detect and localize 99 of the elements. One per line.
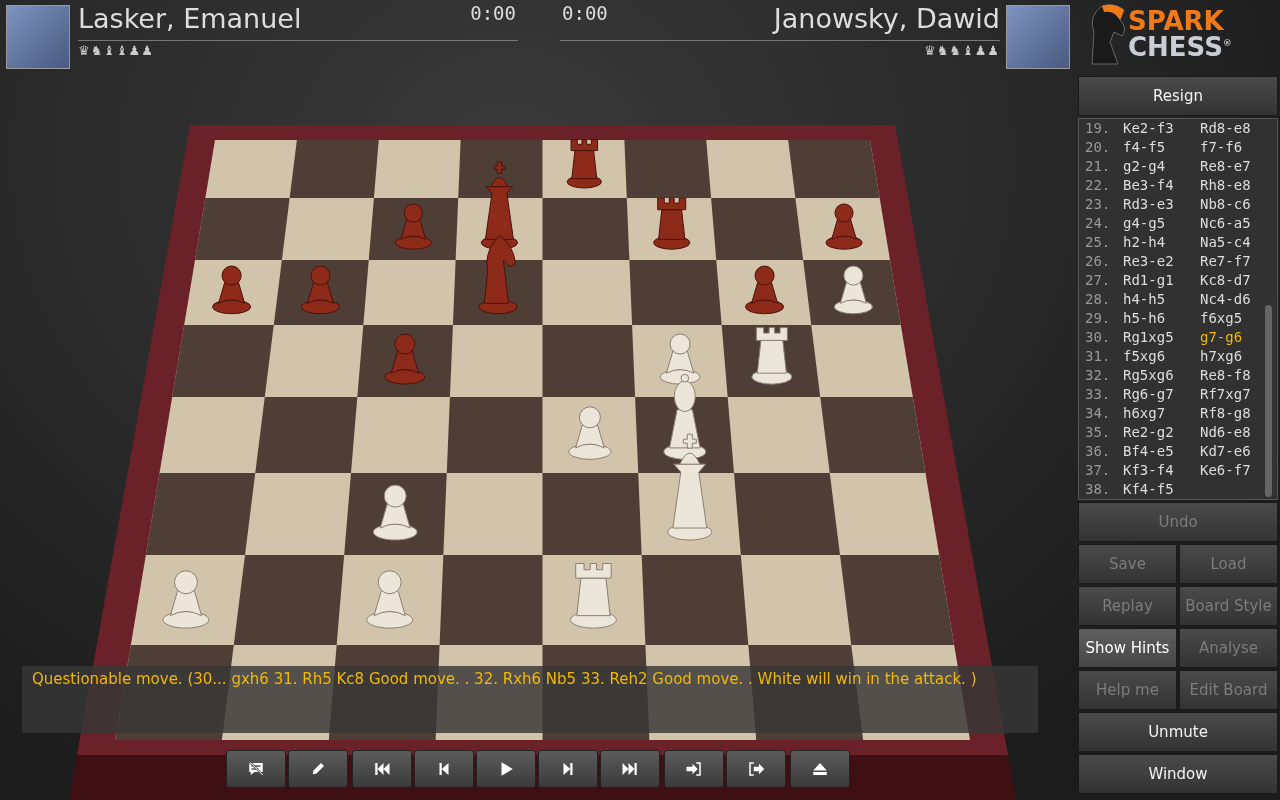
move-number: 29. <box>1085 309 1112 328</box>
move-entry[interactable]: Nc4-d6 <box>1200 290 1277 309</box>
resign-button[interactable]: Resign <box>1078 76 1278 116</box>
panel-button[interactable]: Show Hints <box>1078 628 1177 668</box>
comments-off-button[interactable] <box>226 750 286 788</box>
move-entry[interactable]: Nc6-a5 <box>1200 214 1277 233</box>
move-number: 38. <box>1085 480 1112 499</box>
move-number: 28. <box>1085 290 1112 309</box>
logo-text: SPARK <box>1128 8 1224 34</box>
move-entry[interactable]: h4-h5 <box>1123 290 1200 309</box>
pawn-piece[interactable] <box>212 265 252 315</box>
move-entry[interactable]: Ke2-f3 <box>1123 119 1200 138</box>
move-number: 30. <box>1085 328 1112 347</box>
move-entry[interactable]: f5xg6 <box>1123 347 1200 366</box>
clock: 0:00 <box>561 2 609 24</box>
move-entry[interactable]: g7-g6 <box>1200 328 1277 347</box>
move-entry[interactable]: Rd1-g1 <box>1123 271 1200 290</box>
first-move-button[interactable] <box>352 750 412 788</box>
move-entry[interactable]: Bf4-e5 <box>1123 442 1200 461</box>
captured-pieces: ♛♞♞♝♟♟ <box>924 43 1000 58</box>
move-number: 34. <box>1085 404 1112 423</box>
pawn-piece[interactable] <box>372 484 418 541</box>
move-entry[interactable]: Kf4-f5 <box>1123 480 1200 499</box>
move-number: 22. <box>1085 176 1112 195</box>
move-number: 24. <box>1085 214 1112 233</box>
move-number: 20. <box>1085 138 1112 157</box>
move-entry[interactable]: Re7-f7 <box>1200 252 1277 271</box>
previous-move-button[interactable] <box>414 750 474 788</box>
move-number: 35. <box>1085 423 1112 442</box>
move-entry[interactable]: Nb8-c6 <box>1200 195 1277 214</box>
move-entry[interactable]: Ke6-f7 <box>1200 461 1277 480</box>
move-entry[interactable]: g4-g5 <box>1123 214 1200 233</box>
rook-piece[interactable] <box>566 139 602 189</box>
clock: 0:00 <box>469 2 517 24</box>
pawn-piece[interactable] <box>833 265 873 315</box>
move-entry[interactable]: h7xg6 <box>1200 347 1277 366</box>
move-number: 33. <box>1085 385 1112 404</box>
comments-off-icon <box>247 760 265 778</box>
move-entry[interactable]: Rf7xg7 <box>1200 385 1277 404</box>
enter-button[interactable] <box>664 750 724 788</box>
move-entry[interactable]: Rf8-g8 <box>1200 404 1277 423</box>
move-entry[interactable]: h5-h6 <box>1123 309 1200 328</box>
move-entry[interactable]: Rh8-e8 <box>1200 176 1277 195</box>
move-number: 19. <box>1085 119 1112 138</box>
move-entry[interactable]: Na5-c4 <box>1200 233 1277 252</box>
move-entry[interactable]: Nd6-e8 <box>1200 423 1277 442</box>
move-entry[interactable]: f7-f6 <box>1200 138 1277 157</box>
panel-button[interactable]: Window <box>1078 754 1278 794</box>
move-number: 21. <box>1085 157 1112 176</box>
pencil-button[interactable] <box>288 750 348 788</box>
next-move-button[interactable] <box>538 750 598 788</box>
move-number: 36. <box>1085 442 1112 461</box>
move-number: 37. <box>1085 461 1112 480</box>
captured-pieces: ♛♞♝♝♟♟ <box>78 43 154 58</box>
move-number: 32. <box>1085 366 1112 385</box>
last-move-icon <box>621 760 639 778</box>
king-piece[interactable] <box>667 433 713 541</box>
move-commentary: Questionable move. (30... gxh6 31. Rh5 Kc8 Good move. . 32. Rxh6 Nb5 33. Reh2 Good move. . White will win in the attack. ) <box>22 666 1038 733</box>
panel-button[interactable]: Unmute <box>1078 712 1278 752</box>
move-entry[interactable]: Kf3-f4 <box>1123 461 1200 480</box>
logo-text: CHESS <box>1128 34 1224 60</box>
play-button[interactable] <box>476 750 536 788</box>
move-entry[interactable]: Rg5xg6 <box>1123 366 1200 385</box>
enter-icon <box>685 760 703 778</box>
first-move-icon <box>373 760 391 778</box>
move-entry[interactable]: Kc8-d7 <box>1200 271 1277 290</box>
move-number: 26. <box>1085 252 1112 271</box>
move-entry[interactable]: Rd3-e3 <box>1123 195 1200 214</box>
move-entry[interactable]: Re3-e2 <box>1123 252 1200 271</box>
move-entry[interactable]: h2-h4 <box>1123 233 1200 252</box>
move-entry[interactable]: Re2-g2 <box>1123 423 1200 442</box>
rook-piece[interactable] <box>751 327 793 385</box>
move-entry[interactable]: Be3-f4 <box>1123 176 1200 195</box>
exit-icon <box>747 760 765 778</box>
move-entry[interactable]: Re8-f8 <box>1200 366 1277 385</box>
pawn-piece[interactable] <box>745 265 785 315</box>
exit-button[interactable] <box>726 750 786 788</box>
move-entry[interactable]: Kd7-e6 <box>1200 442 1277 461</box>
move-entry[interactable]: h6xg7 <box>1123 404 1200 423</box>
pawn-piece[interactable] <box>825 203 863 250</box>
move-number: 23. <box>1085 195 1112 214</box>
move-entry[interactable]: Rg6-g7 <box>1123 385 1200 404</box>
move-entry[interactable]: Rg1xg5 <box>1123 328 1200 347</box>
rook-piece[interactable] <box>653 197 691 250</box>
registered-mark: ® <box>1222 37 1232 50</box>
player-name: Janowsky, Dawid <box>773 2 1000 36</box>
move-entry[interactable]: Rd8-e8 <box>1200 119 1277 138</box>
move-number: 31. <box>1085 347 1112 366</box>
move-number: 27. <box>1085 271 1112 290</box>
player-name: Lasker, Emanuel <box>78 2 302 36</box>
knight-piece[interactable] <box>478 235 518 315</box>
last-move-button[interactable] <box>600 750 660 788</box>
eject-button[interactable] <box>790 750 850 788</box>
move-entry[interactable]: f4-f5 <box>1123 138 1200 157</box>
move-entry[interactable]: Re8-e7 <box>1200 157 1277 176</box>
move-number: 25. <box>1085 233 1112 252</box>
move-entry[interactable]: f6xg5 <box>1200 309 1277 328</box>
move-entry[interactable]: g2-g4 <box>1123 157 1200 176</box>
scrollbar-thumb[interactable] <box>1265 305 1272 497</box>
